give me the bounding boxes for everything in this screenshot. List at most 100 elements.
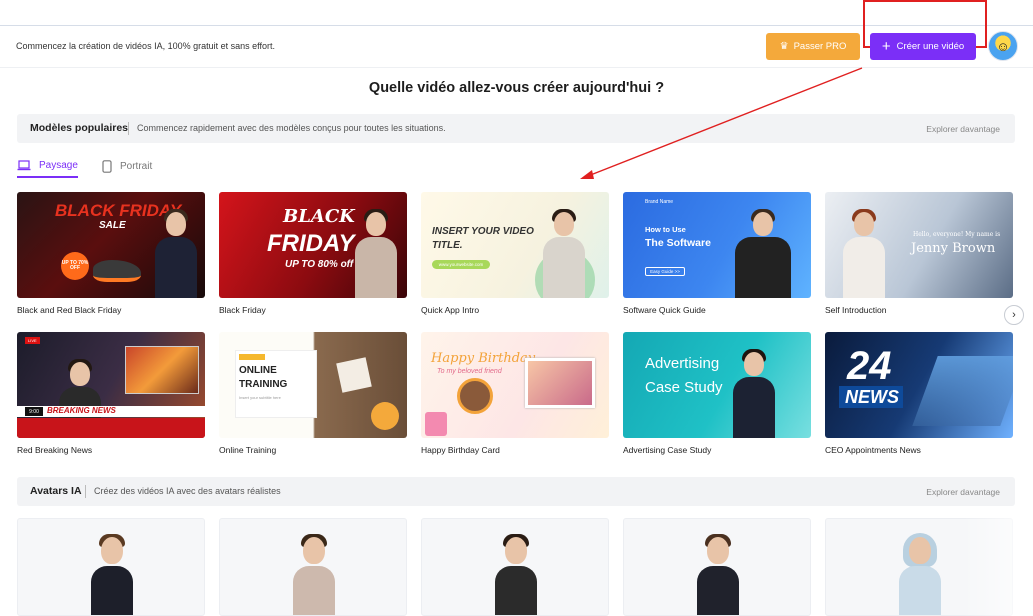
avatar-image	[89, 534, 135, 615]
template-thumbnail: LIVE 9:00 BREAKING NEWS	[17, 332, 205, 438]
avatar-emoji-icon: ☺	[996, 38, 1010, 54]
tab-portrait[interactable]: Portrait	[102, 154, 152, 178]
template-caption: CEO Appointments News	[825, 445, 921, 455]
template-card[interactable]: LIVE 9:00 BREAKING NEWS Red Breaking New…	[17, 332, 205, 455]
news-photo	[125, 346, 199, 394]
thumb-text: SALE	[99, 220, 126, 231]
template-thumbnail: Brand Name How to Use The Software Easy …	[623, 192, 811, 298]
avatars-explore-more-link[interactable]: Explorer davantage	[926, 487, 1000, 497]
divider	[128, 122, 129, 135]
light-streaks	[912, 356, 1013, 426]
crown-icon: ♛	[779, 41, 789, 52]
template-card[interactable]: Brand Name How to Use The Software Easy …	[623, 192, 811, 315]
avatar-card[interactable]	[421, 518, 609, 616]
avatars-description: Créez des vidéos IA avec des avatars réa…	[94, 486, 281, 496]
presenter-circle-image	[371, 402, 399, 430]
thumb-text: Happy Birthday	[431, 351, 536, 366]
template-card[interactable]: BLACK FRIDAY UP TO 80% off Black Friday	[219, 192, 407, 315]
thumb-text: 24	[847, 344, 892, 388]
thumb-text: INSERT YOUR VIDEO TITLE.	[432, 226, 534, 251]
thumb-text: Case Study	[645, 379, 723, 396]
template-card[interactable]: Happy Birthday To my beloved friend Happ…	[421, 332, 609, 455]
carousel-fade	[963, 512, 1033, 616]
thumb-text: NEWS	[845, 387, 899, 407]
thumb-text: To my beloved friend	[437, 368, 502, 375]
presenter-image	[153, 209, 199, 298]
chevron-right-icon: ›	[1012, 309, 1016, 321]
popular-explore-more-link[interactable]: Explorer davantage	[926, 124, 1000, 134]
presenter-image	[353, 209, 399, 298]
thumb-text: Hello, everyone! My name is	[913, 231, 1001, 238]
thumb-badge: UP TO 70% OFF	[61, 252, 89, 280]
avatars-bar: Avatars IA Créez des vidéos IA avec des …	[17, 477, 1015, 506]
template-thumbnail: 24 NEWS	[825, 332, 1013, 438]
carousel-next-button[interactable]: ›	[1004, 305, 1024, 325]
template-thumbnail: Happy Birthday To my beloved friend	[421, 332, 609, 438]
popular-templates-bar: Modèles populaires Commencez rapidement …	[17, 114, 1015, 143]
plus-icon: +	[881, 38, 891, 55]
cake-image	[425, 412, 447, 436]
thumb-text: Jenny Brown	[911, 241, 996, 256]
template-caption: Black Friday	[219, 305, 266, 315]
popular-description: Commencez rapidement avec des modèles co…	[137, 123, 446, 133]
template-card[interactable]: Hello, everyone! My name is Jenny Brown …	[825, 192, 1013, 315]
thumb-text: BREAKING NEWS	[47, 406, 116, 415]
template-card[interactable]: Advertising Case Study Advertising Case …	[623, 332, 811, 455]
create-video-button[interactable]: + Créer une vidéo	[870, 33, 976, 60]
thumb-text: ONLINE	[239, 365, 277, 376]
upgrade-pro-label: Passer PRO	[793, 41, 847, 52]
sneaker-image	[93, 260, 141, 282]
thumb-text: FRIDAY	[267, 230, 355, 257]
template-card[interactable]: 24 NEWS CEO Appointments News	[825, 332, 1013, 455]
thumb-text: How to Use	[645, 225, 686, 234]
template-caption: Happy Birthday Card	[421, 445, 500, 455]
avatar-card[interactable]	[219, 518, 407, 616]
template-caption: Quick App Intro	[421, 305, 480, 315]
template-card[interactable]: ONLINE TRAINING Insert your subtitle her…	[219, 332, 407, 455]
presenter-image	[541, 209, 587, 298]
presenter-image	[733, 209, 793, 298]
thumb-text: www.yourwebsite.com	[432, 260, 490, 269]
tab-landscape-label: Paysage	[39, 159, 78, 171]
create-video-label: Créer une vidéo	[896, 41, 965, 52]
template-card[interactable]: BLACK FRIDAY SALE UP TO 70% OFF Black an…	[17, 192, 205, 315]
user-avatar[interactable]: ☺	[988, 31, 1018, 61]
template-thumbnail: BLACK FRIDAY UP TO 80% off	[219, 192, 407, 298]
template-thumbnail: ONLINE TRAINING Insert your subtitle her…	[219, 332, 407, 438]
thumb-text: The Software	[645, 237, 711, 249]
template-thumbnail: Hello, everyone! My name is Jenny Brown	[825, 192, 1013, 298]
tab-portrait-label: Portrait	[120, 160, 153, 172]
avatar-card[interactable]	[17, 518, 205, 616]
template-thumbnail: Advertising Case Study	[623, 332, 811, 438]
template-caption: Online Training	[219, 445, 277, 455]
thumb-text: Easy Guide >>	[645, 267, 685, 276]
avatar-image	[695, 534, 741, 615]
thumb-text: Advertising	[645, 355, 720, 372]
template-caption: Software Quick Guide	[623, 305, 706, 315]
avatar-card[interactable]	[623, 518, 811, 616]
template-thumbnail: BLACK FRIDAY SALE UP TO 70% OFF	[17, 192, 205, 298]
page-title: Quelle vidéo allez-vous créer aujourd'hu…	[368, 80, 665, 96]
upgrade-pro-button[interactable]: ♛ Passer PRO	[766, 33, 860, 60]
photo-frame	[525, 358, 595, 408]
template-caption: Red Breaking News	[17, 445, 93, 455]
template-thumbnail: INSERT YOUR VIDEO TITLE. www.yourwebsite…	[421, 192, 609, 298]
template-caption: Self Introduction	[825, 305, 887, 315]
avatar-image	[897, 533, 943, 615]
avatars-title: Avatars IA	[30, 485, 82, 497]
template-caption: Advertising Case Study	[623, 445, 712, 455]
thumb-text: Insert your subtitle here	[239, 395, 281, 400]
thumb-text: UP TO 80% off	[285, 259, 354, 270]
thumb-text: 9:00	[25, 407, 43, 416]
avatar-image	[291, 534, 337, 615]
tab-landscape[interactable]: Paysage	[17, 154, 78, 178]
popular-title: Modèles populaires	[30, 122, 129, 134]
divider	[85, 485, 86, 498]
thumb-text: BLACK	[283, 206, 355, 227]
avatar-image	[493, 534, 539, 615]
thumb-text: TRAINING	[239, 379, 288, 390]
portrait-circle	[457, 378, 493, 414]
thumb-text: LIVE	[25, 337, 40, 344]
presenter-image	[841, 209, 887, 298]
template-card[interactable]: INSERT YOUR VIDEO TITLE. www.yourwebsite…	[421, 192, 609, 315]
